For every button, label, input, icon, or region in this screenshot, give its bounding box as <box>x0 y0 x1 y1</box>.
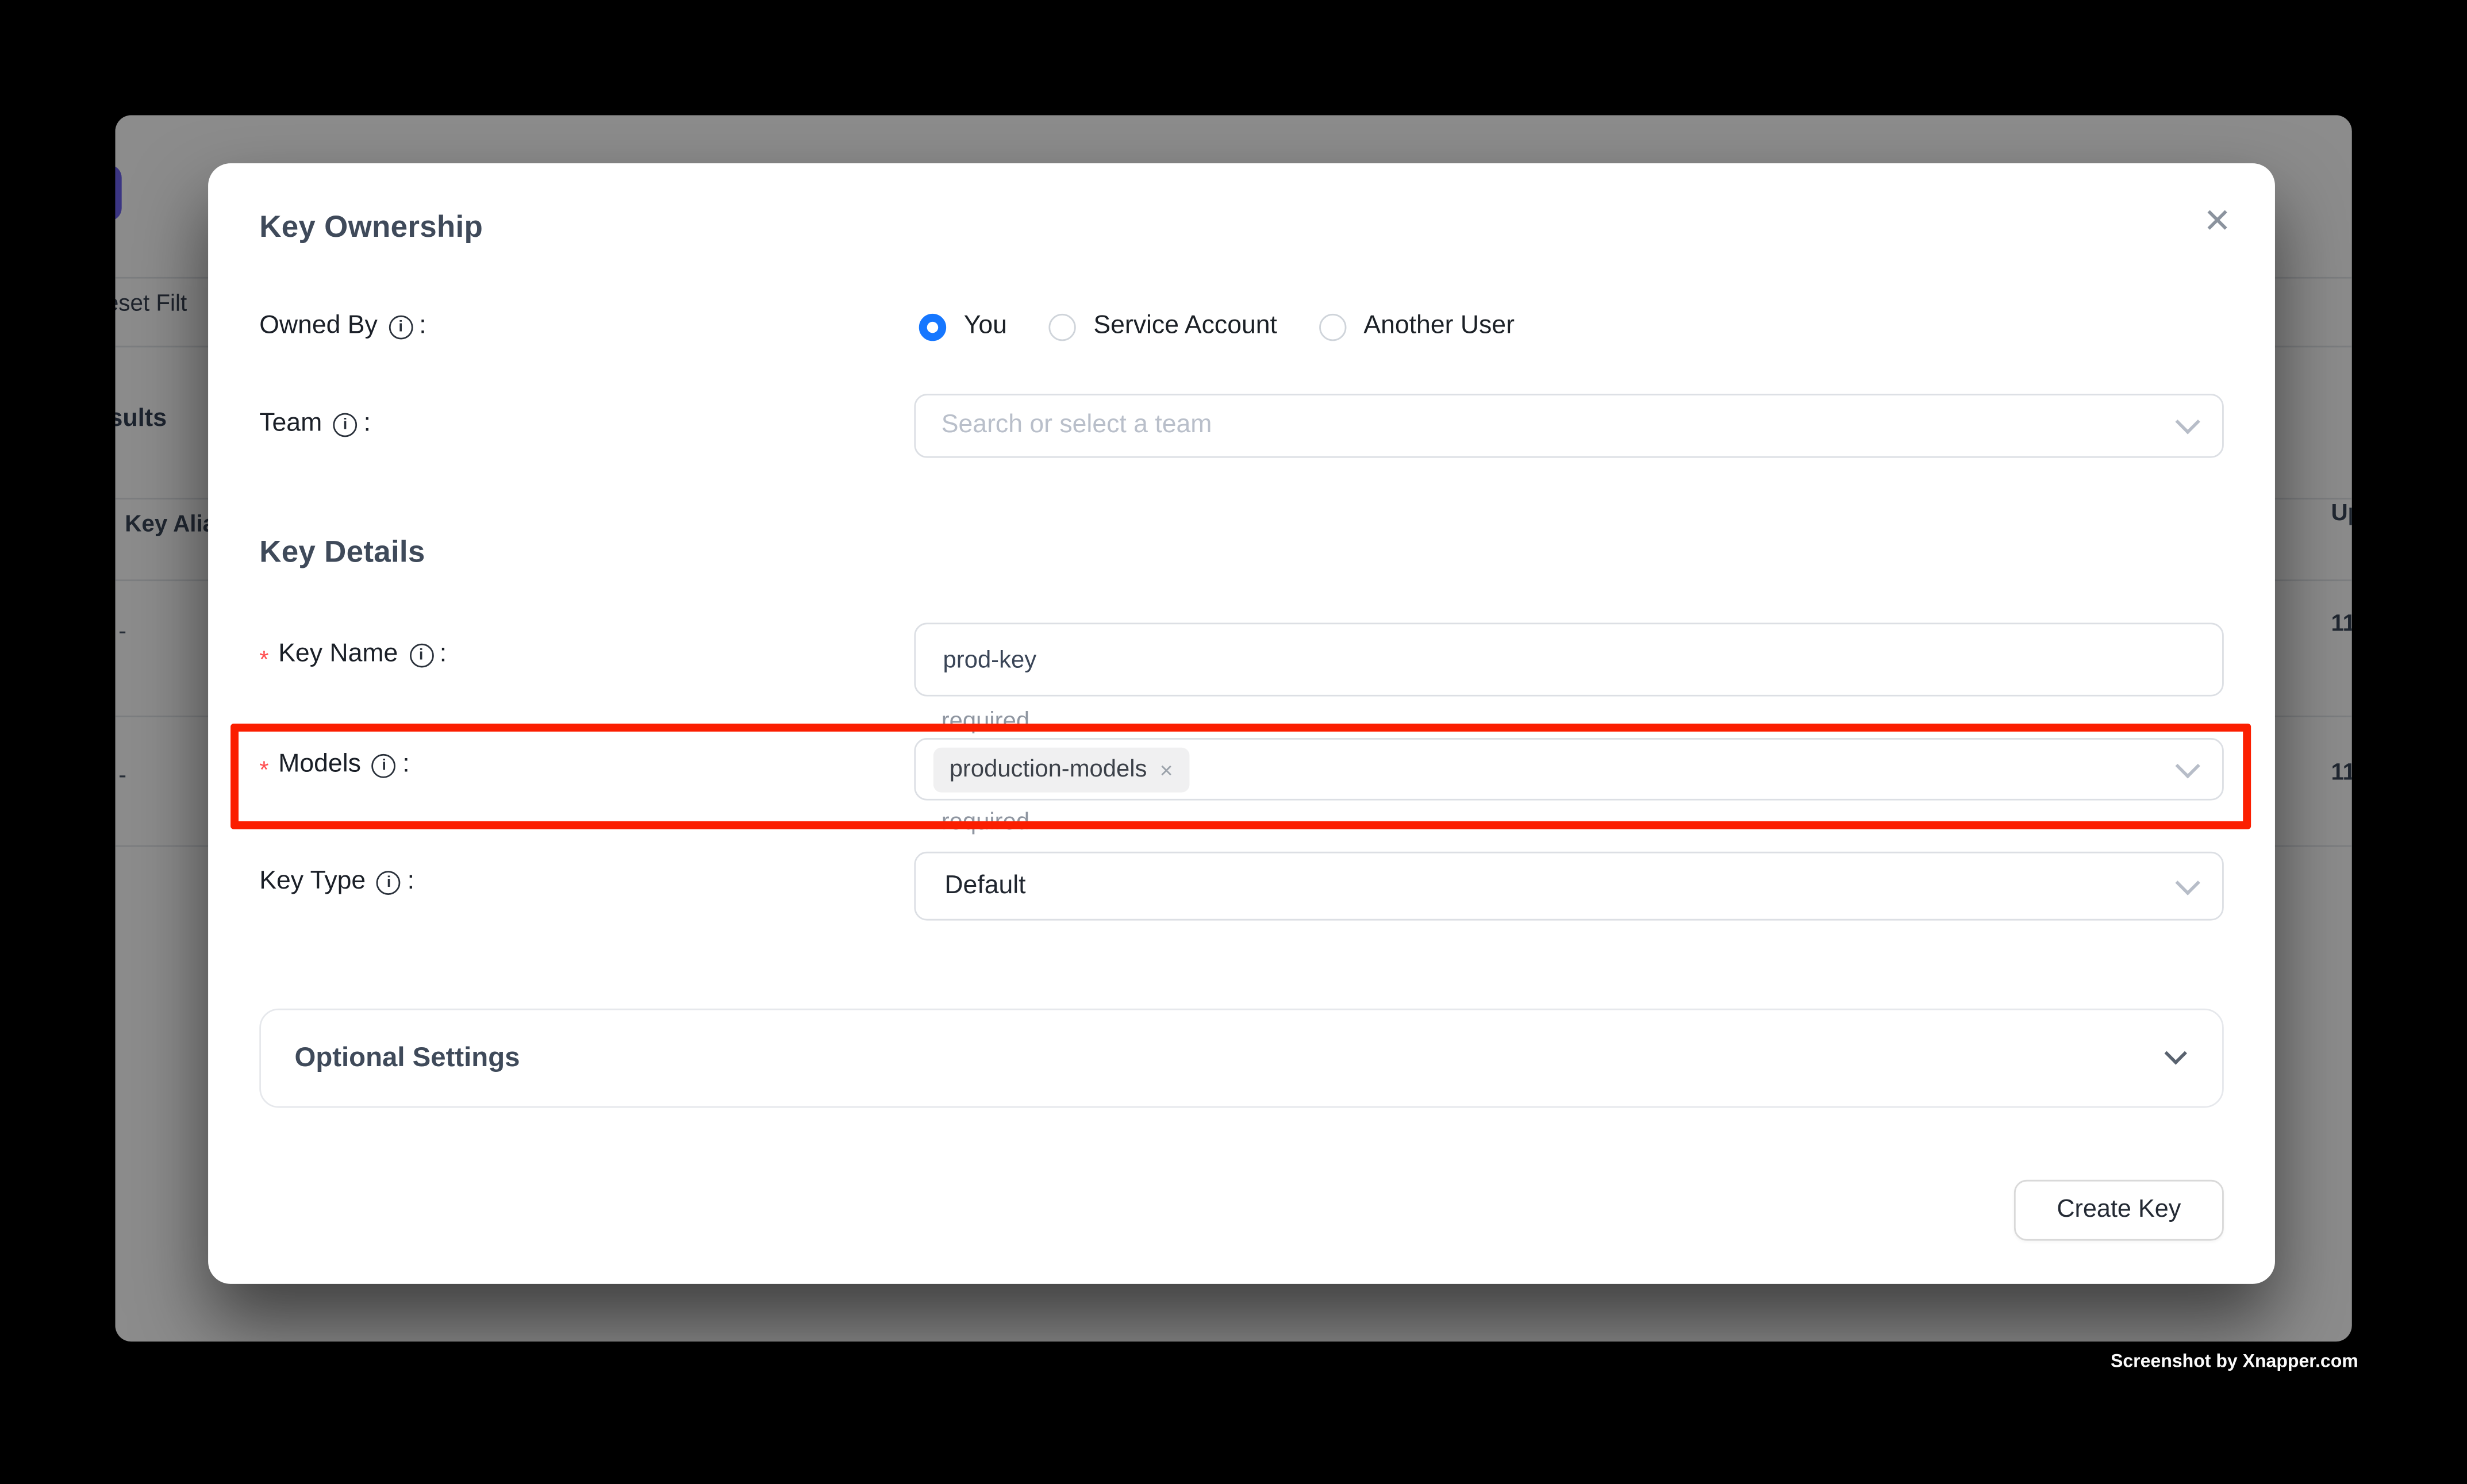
radio-icon <box>1319 313 1346 340</box>
team-label-text: Team <box>259 410 322 439</box>
create-key-modal: ✕ Key Ownership Owned By : You Service A… <box>208 163 2275 1284</box>
required-asterisk: * <box>259 756 268 783</box>
label-colon: : <box>402 751 409 779</box>
chevron-down-icon <box>2175 753 2200 778</box>
owned-by-radio-group: You Service Account Another User <box>919 312 1515 341</box>
close-icon[interactable]: ✕ <box>2198 202 2237 240</box>
radio-label: Another User <box>1363 312 1515 341</box>
optional-settings-title: Optional Settings <box>295 1042 520 1074</box>
radio-icon <box>919 313 946 340</box>
team-select[interactable]: Search or select a team <box>914 394 2223 457</box>
key-details-section-title: Key Details <box>259 536 425 571</box>
radio-label: Service Account <box>1093 312 1277 341</box>
team-label: Team : <box>259 410 371 439</box>
chevron-down-icon <box>2165 1042 2187 1064</box>
key-name-label: * Key Name : <box>259 640 447 669</box>
radio-label: You <box>964 312 1007 341</box>
optional-settings-toggle[interactable]: Optional Settings <box>259 1009 2224 1108</box>
key-ownership-section-title: Key Ownership <box>259 212 483 247</box>
create-key-button[interactable]: Create Key <box>2014 1180 2224 1241</box>
models-required-message: required <box>942 809 1029 836</box>
key-name-label-text: Key Name <box>278 640 398 669</box>
chevron-down-icon <box>2175 870 2200 894</box>
models-label-text: Models <box>278 751 361 779</box>
key-type-selected-value: Default <box>916 872 1025 901</box>
label-colon: : <box>408 868 414 897</box>
models-label: * Models : <box>259 751 409 779</box>
required-asterisk: * <box>259 646 268 673</box>
info-icon <box>409 643 433 667</box>
radio-icon <box>1048 313 1075 340</box>
tag-remove-icon[interactable]: × <box>1160 758 1173 781</box>
team-select-placeholder: Search or select a team <box>916 412 1212 440</box>
key-type-label: Key Type : <box>259 868 414 897</box>
radio-owned-by-service-account[interactable]: Service Account <box>1048 312 1277 341</box>
label-colon: : <box>440 640 447 669</box>
info-icon <box>372 753 396 777</box>
models-select[interactable]: production-models × <box>914 738 2223 801</box>
radio-owned-by-you[interactable]: You <box>919 312 1007 341</box>
label-colon: : <box>364 410 371 439</box>
chevron-down-icon <box>2175 409 2200 434</box>
owned-by-label-text: Owned By <box>259 312 378 341</box>
xnapper-watermark: Screenshot by Xnapper.com <box>2111 1353 2358 1372</box>
key-name-input[interactable] <box>914 622 2223 696</box>
key-type-select[interactable]: Default <box>914 852 2223 921</box>
radio-owned-by-another-user[interactable]: Another User <box>1319 312 1515 341</box>
key-type-label-text: Key Type <box>259 868 366 897</box>
info-icon <box>389 314 413 339</box>
owned-by-label: Owned By : <box>259 312 426 341</box>
info-icon <box>333 412 358 436</box>
key-name-required-message: required <box>942 708 1029 735</box>
label-colon: : <box>419 312 426 341</box>
models-tag-label: production-models <box>950 756 1147 783</box>
screenshot-stage: eset Filt sults Key Alia Up - 11/ - 11/ … <box>0 0 2465 1484</box>
info-icon <box>377 870 401 894</box>
models-selected-tag: production-models × <box>933 747 1189 791</box>
